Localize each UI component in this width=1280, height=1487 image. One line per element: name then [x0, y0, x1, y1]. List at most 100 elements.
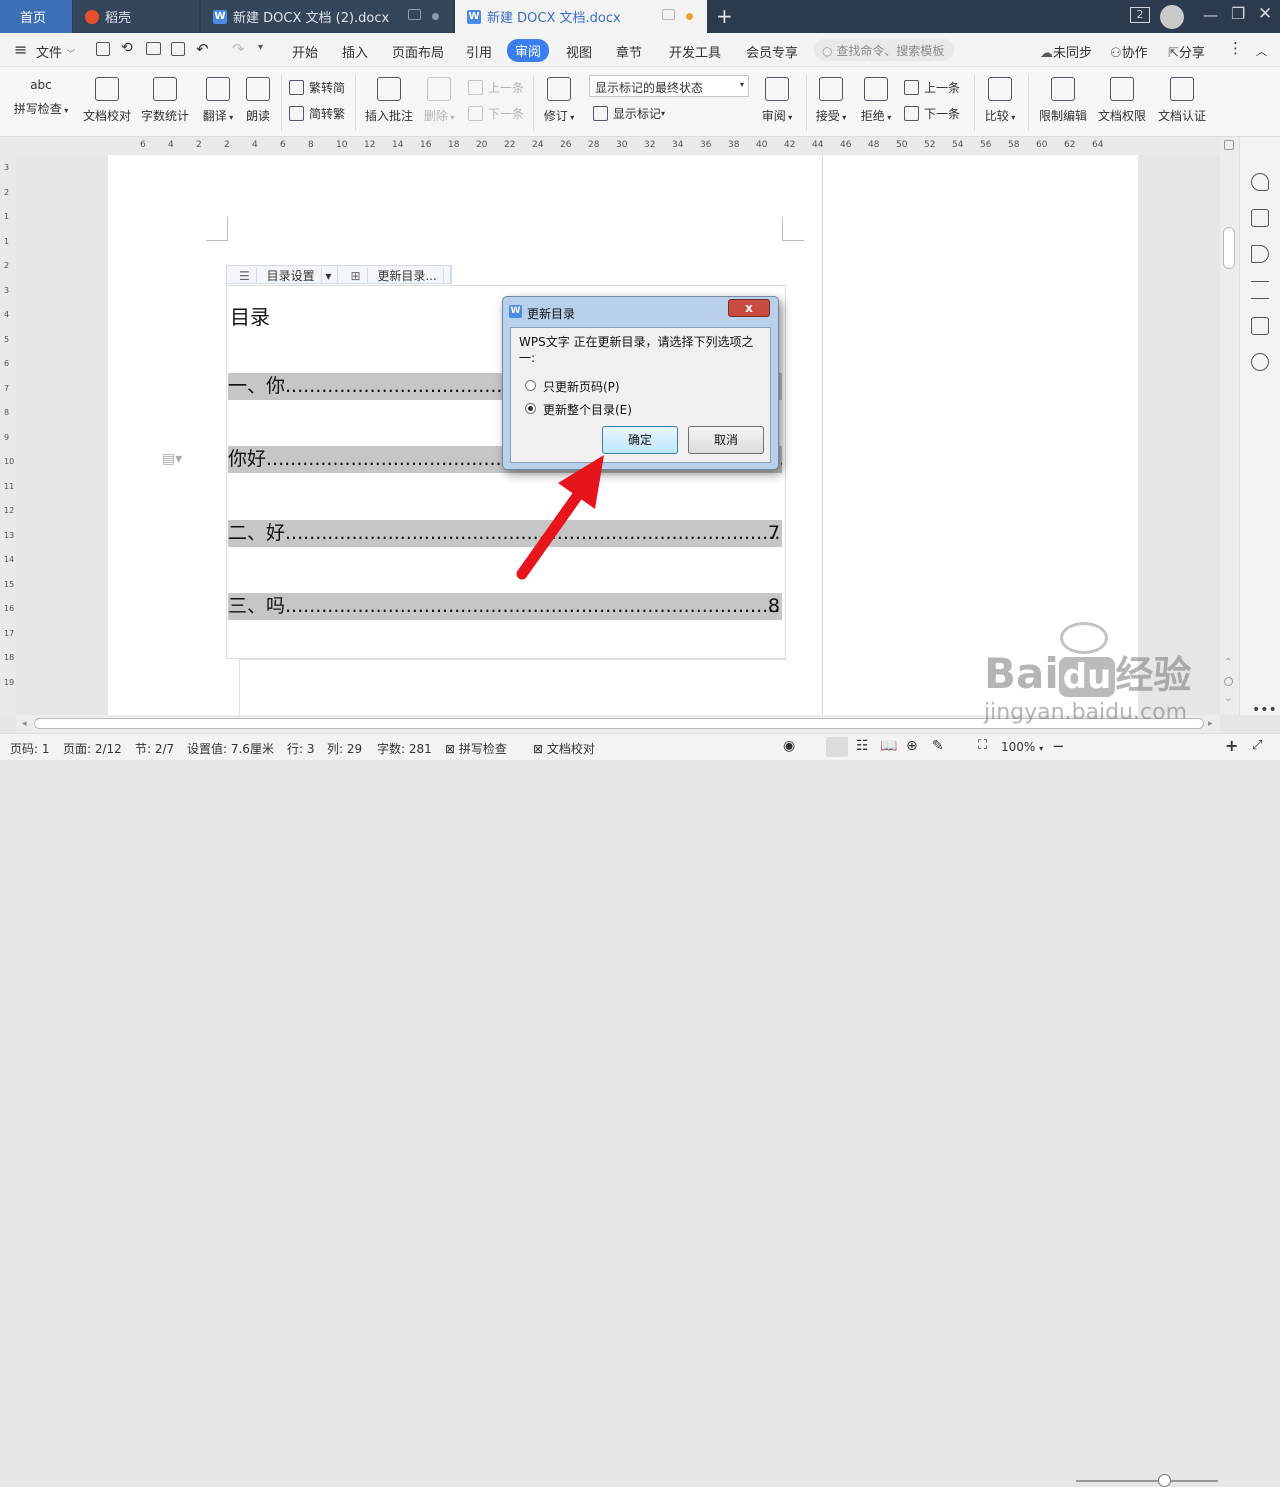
vertical-scrollbar[interactable]: ⌃ ⌄	[1220, 137, 1239, 715]
minimize-icon[interactable]: —	[1203, 6, 1218, 24]
compare-button[interactable]: 比较 ▾	[982, 73, 1018, 124]
menu-tab-view[interactable]: 视图	[566, 42, 592, 61]
print-preview-icon[interactable]	[171, 42, 185, 56]
restore-icon[interactable]: ❐	[1231, 4, 1245, 23]
more-horizontal-icon[interactable]: •••	[1252, 702, 1277, 718]
trad-to-simp-button[interactable]: 繁转简	[289, 79, 345, 96]
status-section[interactable]: 节: 2/7	[135, 740, 174, 757]
markup-display-select[interactable]: 显示标记的最终状态 ▾	[589, 75, 749, 97]
status-col[interactable]: 列: 29	[327, 740, 362, 757]
eye-protection-icon[interactable]: ◉	[783, 738, 795, 754]
collapse-ribbon-icon[interactable]: ︿	[1256, 43, 1267, 59]
inbox-icon[interactable]	[1251, 317, 1269, 335]
read-aloud-button[interactable]: 朗读	[244, 73, 272, 124]
status-words[interactable]: 字数: 281	[377, 740, 432, 757]
spell-check-button[interactable]: abc 拼写检查 ▾	[10, 73, 72, 117]
zoom-out-icon[interactable]: −	[1052, 737, 1065, 755]
vertical-scroll-thumb[interactable]	[1223, 227, 1235, 269]
track-changes-button[interactable]: 修订 ▾	[540, 73, 578, 124]
sync-button[interactable]: ☁未同步	[1040, 42, 1092, 61]
tab-daoke[interactable]: 稻壳	[73, 0, 199, 33]
horizontal-ruler[interactable]: 6 4 2 2 4 6 8 10 12 14 16 18 20 22 24 26 28 30 32 34 36 38 40 4…	[0, 137, 1220, 155]
file-menu[interactable]: 文件 ﹀	[36, 42, 75, 61]
toc-settings-button[interactable]: ☰ 目录设置 ▾	[227, 266, 339, 284]
cursor-icon[interactable]	[1251, 245, 1269, 263]
hamburger-menu-icon[interactable]: ≡	[14, 40, 27, 59]
toc-heading[interactable]: 目录	[230, 301, 270, 330]
tab-home[interactable]: 首页	[0, 0, 72, 33]
menu-tab-layout[interactable]: 页面布局	[392, 42, 444, 61]
scroll-down-page-icon[interactable]: ⌄	[1224, 693, 1232, 704]
more-vertical-icon[interactable]: ⋮	[1228, 39, 1243, 57]
help-icon[interactable]	[1251, 353, 1269, 371]
option-page-numbers-radio[interactable]	[525, 380, 536, 391]
avatar[interactable]	[1160, 5, 1184, 29]
pen-icon[interactable]	[1251, 209, 1269, 227]
page-view-icon[interactable]	[826, 737, 848, 757]
menu-tab-references[interactable]: 引用	[466, 42, 492, 61]
window-count-badge[interactable]: 2	[1130, 7, 1150, 23]
insert-comment-button[interactable]: 插入批注	[362, 73, 416, 124]
menu-tab-insert[interactable]: 插入	[342, 42, 368, 61]
prev-comment-button[interactable]: 上一条	[468, 79, 524, 96]
fullscreen-icon[interactable]: ⤢	[1252, 738, 1262, 753]
share-button[interactable]: ⇱分享	[1168, 42, 1205, 61]
status-pages[interactable]: 页面: 2/12	[63, 740, 122, 757]
sliders-icon[interactable]	[1251, 281, 1269, 299]
next-change-button[interactable]: 下一条	[904, 105, 960, 122]
new-tab-plus-icon[interactable]: +	[716, 4, 733, 28]
status-spell-button[interactable]: ⊠ 拼写检查	[445, 740, 507, 757]
scroll-page-icon[interactable]	[1224, 140, 1234, 150]
outline-view-icon[interactable]: ☷	[856, 738, 869, 754]
monitor-icon[interactable]	[408, 9, 421, 20]
rocket-icon[interactable]	[1251, 173, 1269, 191]
translate-button[interactable]: 翻译 ▾	[198, 73, 238, 124]
dialog-close-button[interactable]: x	[728, 299, 770, 317]
proofread-button[interactable]: 文档校对	[80, 73, 134, 124]
zoom-slider-thumb[interactable]	[1158, 1474, 1172, 1487]
show-markup-button[interactable]: 显示标记 ▾	[593, 105, 665, 122]
status-proof-button[interactable]: ⊠ 文档校对	[533, 740, 595, 757]
word-count-button[interactable]: 字数统计	[139, 73, 191, 124]
tab-document-2[interactable]: W 新建 DOCX 文档 (2).docx	[201, 0, 453, 33]
tab-document-active[interactable]: W 新建 DOCX 文档.docx	[455, 0, 707, 33]
status-row[interactable]: 行: 3	[287, 740, 315, 757]
export-icon[interactable]: ⟲	[121, 40, 133, 56]
monitor-icon[interactable]	[662, 9, 675, 20]
zoom-in-icon[interactable]: +	[1225, 736, 1238, 755]
vertical-ruler[interactable]: 3 2 1 1 2 3 4 5 6 7 8 9 10 11 12 13 14 15 16 17 18 19	[0, 155, 16, 715]
status-page[interactable]: 页码: 1	[10, 740, 50, 757]
paragraph-options-icon[interactable]: ▤▾	[162, 451, 182, 467]
toc-entry[interactable]: 三、吗.....................................…	[228, 593, 782, 620]
option-page-numbers-label[interactable]: 只更新页码(P)	[543, 378, 620, 395]
review-pane-button[interactable]: 审阅 ▾	[759, 73, 795, 124]
customize-chevron-icon[interactable]: ▾	[258, 42, 263, 53]
collab-button[interactable]: ⚇协作	[1110, 42, 1148, 61]
menu-tab-member[interactable]: 会员专享	[746, 42, 798, 61]
document-cert-button[interactable]: 文档认证	[1155, 73, 1209, 124]
cancel-button[interactable]: 取消	[688, 426, 764, 454]
menu-tab-review[interactable]: 审阅	[507, 39, 550, 62]
save-icon[interactable]	[96, 42, 110, 56]
reject-button[interactable]: 拒绝 ▾	[858, 73, 894, 124]
restrict-editing-button[interactable]: 限制编辑	[1036, 73, 1090, 124]
web-view-icon[interactable]: ⊕	[906, 738, 918, 754]
zoom-slider-track[interactable]	[1076, 1480, 1218, 1482]
command-search-input[interactable]: ○ 查找命令、搜索模板	[814, 39, 954, 61]
scroll-left-icon[interactable]: ◂	[22, 719, 27, 729]
close-window-icon[interactable]: ✕	[1258, 4, 1272, 24]
menu-tab-developer[interactable]: 开发工具	[669, 42, 721, 61]
select-browse-object-icon[interactable]	[1224, 677, 1233, 686]
next-comment-button[interactable]: 下一条	[468, 105, 524, 122]
reading-view-icon[interactable]: 📖	[880, 738, 897, 754]
redo-icon[interactable]: ↷	[232, 40, 245, 58]
toc-update-button[interactable]: ⊞ 更新目录...	[338, 266, 451, 284]
print-icon[interactable]	[146, 42, 161, 55]
scroll-up-page-icon[interactable]: ⌃	[1224, 657, 1232, 668]
document-permission-button[interactable]: 文档权限	[1095, 73, 1149, 124]
option-entire-toc-radio[interactable]	[525, 403, 536, 414]
status-setting[interactable]: 设置值: 7.6厘米	[187, 740, 274, 757]
menu-tab-start[interactable]: 开始	[292, 42, 318, 61]
simp-to-trad-button[interactable]: 简转繁	[289, 105, 345, 122]
option-entire-toc-label[interactable]: 更新整个目录(E)	[543, 401, 632, 418]
